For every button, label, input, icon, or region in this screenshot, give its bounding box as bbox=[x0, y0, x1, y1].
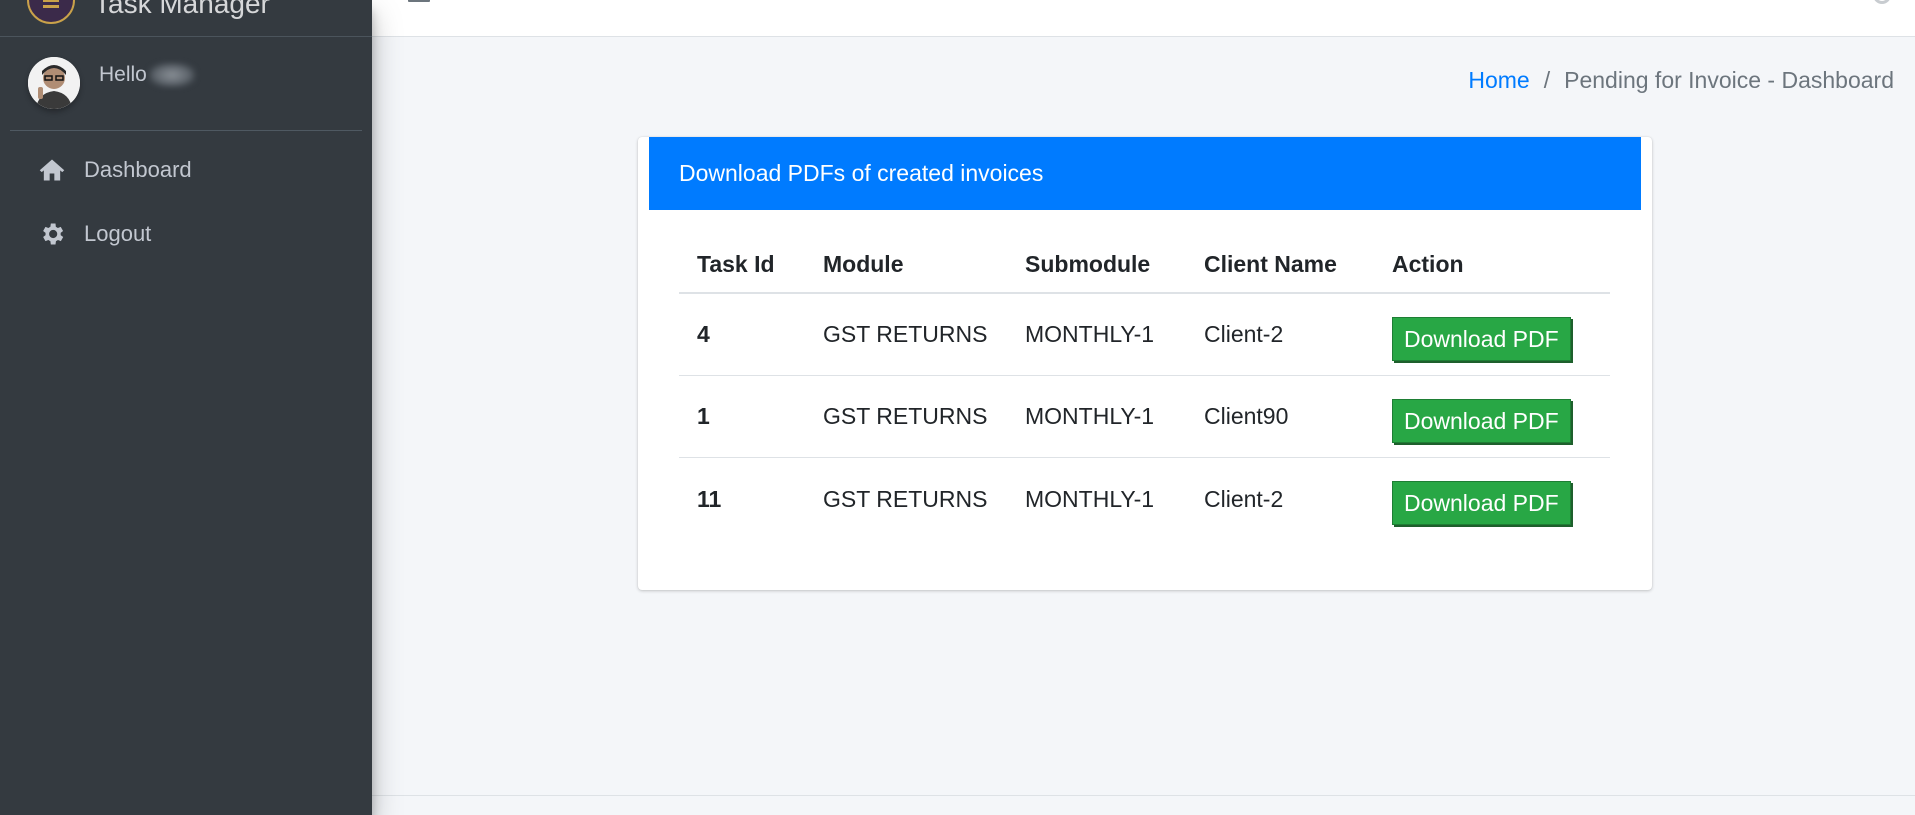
user-name[interactable]: Hello bbox=[99, 63, 195, 88]
download-pdf-button[interactable]: Download PDF bbox=[1392, 316, 1571, 361]
module-cell: GST RETURNS bbox=[823, 485, 988, 512]
sidebar-item-logout[interactable]: Logout bbox=[0, 202, 372, 266]
breadcrumb: Home / Pending for Invoice - Dashboard bbox=[1468, 67, 1894, 94]
action-cell: Download PDF bbox=[1374, 391, 1610, 443]
column-header-client-name: Client Name bbox=[1204, 250, 1337, 277]
client-name-cell: Client-2 bbox=[1204, 485, 1284, 512]
table-row: 4 GST RETURNS MONTHLY-1 Client-2 Downloa… bbox=[679, 294, 1610, 376]
brand-logo-icon bbox=[27, 0, 75, 24]
column-header-module: Module bbox=[823, 250, 904, 277]
sidebar-item-label: Dashboard bbox=[84, 157, 192, 182]
client-name-cell: Client90 bbox=[1204, 403, 1289, 429]
column-header-task-id: Task Id bbox=[697, 250, 775, 277]
user-greeting: Hello bbox=[99, 63, 147, 86]
invoices-table: Task Id Module Submodule Client Name Act… bbox=[679, 236, 1610, 540]
action-cell: Download PDF bbox=[1374, 473, 1610, 525]
breadcrumb-separator: / bbox=[1543, 67, 1551, 93]
module-cell: GST RETURNS bbox=[823, 321, 988, 347]
task-id-cell: 11 bbox=[697, 485, 722, 512]
gear-icon bbox=[38, 220, 66, 248]
sidebar-nav: Dashboard Logout bbox=[0, 138, 372, 266]
user-avatar-icon bbox=[28, 57, 80, 109]
avatar[interactable] bbox=[28, 57, 80, 109]
submodule-cell: MONTHLY-1 bbox=[1025, 403, 1155, 429]
breadcrumb-home-link[interactable]: Home bbox=[1468, 67, 1529, 94]
module-cell: GST RETURNS bbox=[823, 403, 988, 429]
sidebar: Task Manager Hello Dashboard Logout bbox=[0, 0, 372, 815]
home-icon bbox=[38, 156, 66, 184]
submodule-cell: MONTHLY-1 bbox=[1025, 485, 1155, 512]
menu-toggle-icon[interactable] bbox=[408, 0, 430, 2]
table-row: 1 GST RETURNS MONTHLY-1 Client90 Downloa… bbox=[679, 376, 1610, 458]
brand-text: Task Manager bbox=[94, 0, 270, 19]
task-id-cell: 4 bbox=[697, 321, 710, 347]
user-panel: Hello bbox=[10, 37, 362, 131]
footer-divider bbox=[372, 795, 1915, 796]
table-header-row: Task Id Module Submodule Client Name Act… bbox=[679, 236, 1610, 294]
invoices-card: Download PDFs of created invoices Task I… bbox=[638, 137, 1652, 590]
action-cell: Download PDF bbox=[1374, 309, 1610, 361]
download-pdf-button[interactable]: Download PDF bbox=[1392, 481, 1571, 525]
bell-icon[interactable] bbox=[1873, 0, 1891, 4]
table-row: 11 GST RETURNS MONTHLY-1 Client-2 Downlo… bbox=[679, 458, 1610, 540]
redacted-username bbox=[148, 63, 195, 88]
top-navbar bbox=[372, 0, 1915, 37]
sidebar-item-dashboard[interactable]: Dashboard bbox=[0, 138, 372, 202]
column-header-action: Action bbox=[1392, 250, 1464, 277]
sidebar-item-label: Logout bbox=[84, 221, 152, 246]
card-title: Download PDFs of created invoices bbox=[649, 137, 1641, 210]
breadcrumb-current: Pending for Invoice - Dashboard bbox=[1564, 67, 1894, 93]
submodule-cell: MONTHLY-1 bbox=[1025, 321, 1155, 347]
column-header-submodule: Submodule bbox=[1025, 250, 1151, 277]
brand-link[interactable]: Task Manager bbox=[0, 0, 372, 37]
download-pdf-button[interactable]: Download PDF bbox=[1392, 398, 1571, 443]
task-id-cell: 1 bbox=[697, 403, 710, 429]
client-name-cell: Client-2 bbox=[1204, 321, 1284, 347]
